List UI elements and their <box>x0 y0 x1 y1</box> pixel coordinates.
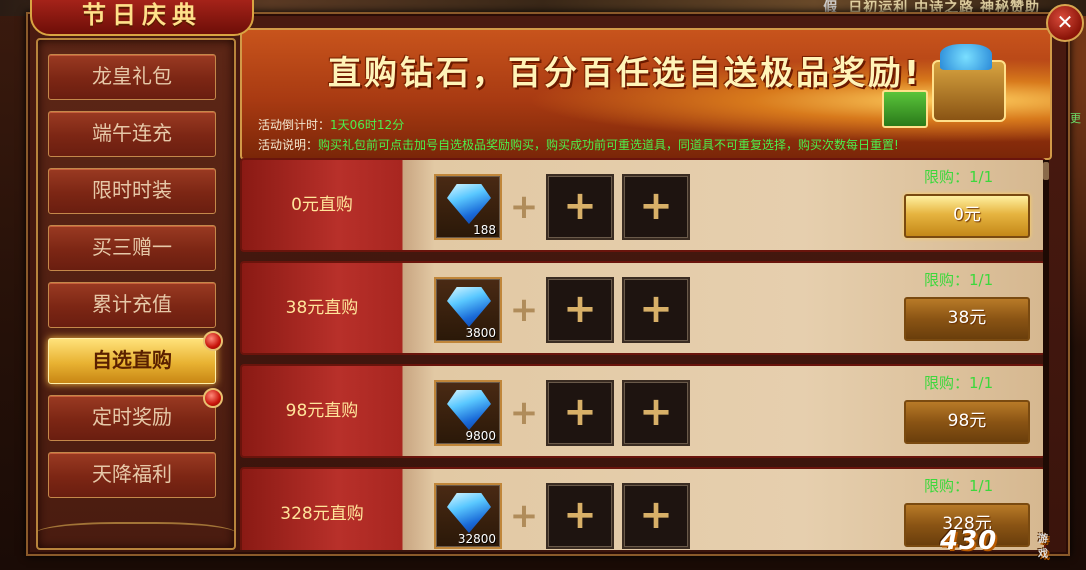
choose-reward-slot[interactable]: + <box>546 483 614 549</box>
package-row: 328元直购 32800 + + + 限购：1/1 328元 <box>240 467 1046 550</box>
diamond-icon <box>447 184 491 224</box>
purchase-limit: 限购：1/1 <box>924 374 994 392</box>
countdown-row: 活动倒计时：1天06时12分 <box>258 116 404 133</box>
sidebar-item-label: 龙皇礼包 <box>92 64 172 88</box>
countdown-label: 活动倒计时： <box>258 118 331 132</box>
package-row: 98元直购 9800 + + + 限购：1/1 98元 <box>240 364 1046 458</box>
buy-button[interactable]: 0元 <box>904 194 1030 238</box>
sidebar-item-duanwu[interactable]: 端午连充 <box>48 111 216 157</box>
item-quantity: 3800 <box>465 326 496 340</box>
notification-dot-icon <box>203 388 223 408</box>
description-row: 活动说明：购买礼包前可点击加号自选极品奖励购买，购买成功前可重选道具，同道具不可… <box>258 136 899 153</box>
notification-dot-icon <box>203 331 223 351</box>
choose-reward-slot[interactable]: + <box>622 174 690 240</box>
plus-icon: + <box>509 496 539 536</box>
add-icon[interactable]: + <box>548 382 612 444</box>
activity-info: 活动倒计时：1天06时12分 活动说明：购买礼包前可点击加号自选极品奖励购买，购… <box>240 110 1048 154</box>
sidebar: 龙皇礼包 端午连充 限时时装 买三赠一 累计充值 自选直购 定时奖励 天降福利 <box>36 38 236 550</box>
package-row: 0元直购 188 + + + 限购：1/1 0元 <box>240 158 1046 252</box>
diamond-icon <box>447 287 491 327</box>
diamond-icon <box>447 493 491 533</box>
sidebar-item-buy3get1[interactable]: 买三赠一 <box>48 225 216 271</box>
diamond-slot: 32800 <box>434 483 502 549</box>
package-row: 38元直购 3800 + + + 限购：1/1 38元 <box>240 261 1046 355</box>
close-button[interactable]: ✕ <box>1046 4 1084 42</box>
sidebar-item-accumulate[interactable]: 累计充值 <box>48 282 216 328</box>
logo-text: 430 <box>940 526 998 556</box>
package-name: 38元直购 <box>285 298 359 318</box>
item-quantity: 9800 <box>465 429 496 443</box>
sidebar-item-welfare[interactable]: 天降福利 <box>48 452 216 498</box>
diamond-icon <box>447 390 491 430</box>
plus-icon: + <box>509 187 539 227</box>
sidebar-item-timed-reward[interactable]: 定时奖励 <box>48 388 223 441</box>
choose-reward-slot[interactable]: + <box>546 277 614 343</box>
sidebar-item-label: 定时奖励 <box>92 405 172 429</box>
countdown-value: 1天06时12分 <box>330 118 405 132</box>
plus-icon: + <box>509 290 539 330</box>
buy-button[interactable]: 98元 <box>904 400 1030 444</box>
sidebar-item-fashion[interactable]: 限时时装 <box>48 168 216 214</box>
scrollbar-thumb[interactable] <box>1043 162 1049 180</box>
sidebar-item-label: 端午连充 <box>92 121 172 145</box>
add-icon[interactable]: + <box>624 279 688 341</box>
package-name: 328元直购 <box>280 504 364 524</box>
sidebar-item-label: 自选直购 <box>92 348 172 372</box>
sidebar-item-label: 买三赠一 <box>92 235 172 259</box>
list-scrollbar[interactable] <box>1043 160 1049 545</box>
buy-button[interactable]: 38元 <box>904 297 1030 341</box>
purchase-limit: 限购：1/1 <box>924 477 994 495</box>
choose-reward-slot[interactable]: + <box>622 277 690 343</box>
purchase-limit: 限购：1/1 <box>924 271 994 289</box>
site-logo: 430 游戏 <box>940 526 1048 560</box>
logo-subtext: 游戏 <box>1038 534 1049 560</box>
add-icon[interactable]: + <box>548 485 612 547</box>
side-text: 更 <box>1070 112 1081 125</box>
sidebar-item-longhuang[interactable]: 龙皇礼包 <box>48 54 216 100</box>
item-quantity: 32800 <box>457 532 496 546</box>
sidebar-item-direct-buy[interactable]: 自选直购 <box>48 331 223 384</box>
add-icon[interactable]: + <box>548 279 612 341</box>
add-icon[interactable]: + <box>624 176 688 238</box>
diamond-slot: 3800 <box>434 277 502 343</box>
package-list: 0元直购 188 + + + 限购：1/1 0元 38元直购 3800 + + … <box>240 158 1046 550</box>
description-text: 购买礼包前可点击加号自选极品奖励购买，购买成功前可重选道具，同道具不可重复选择，… <box>318 138 899 152</box>
choose-reward-slot[interactable]: + <box>622 483 690 549</box>
sidebar-item-label: 限时时装 <box>92 178 172 202</box>
sidebar-item-label: 累计充值 <box>92 292 172 316</box>
package-name: 0元直购 <box>291 195 353 215</box>
add-icon[interactable]: + <box>548 176 612 238</box>
choose-reward-slot[interactable]: + <box>546 380 614 446</box>
package-name: 98元直购 <box>285 401 359 421</box>
sidebar-ornament <box>36 522 236 550</box>
purchase-limit: 限购：1/1 <box>924 168 994 186</box>
sidebar-item-label: 天降福利 <box>92 462 172 486</box>
choose-reward-slot[interactable]: + <box>546 174 614 240</box>
add-icon[interactable]: + <box>624 485 688 547</box>
panel-title: 节日庆典 <box>30 0 254 36</box>
diamond-slot: 188 <box>434 174 502 240</box>
plus-icon: + <box>509 393 539 433</box>
diamond-slot: 9800 <box>434 380 502 446</box>
description-label: 活动说明： <box>258 138 319 152</box>
banner-headline: 直购钻石，百分百任选自送极品奖励! <box>328 53 923 92</box>
choose-reward-slot[interactable]: + <box>622 380 690 446</box>
add-icon[interactable]: + <box>624 382 688 444</box>
item-quantity: 188 <box>473 223 496 237</box>
